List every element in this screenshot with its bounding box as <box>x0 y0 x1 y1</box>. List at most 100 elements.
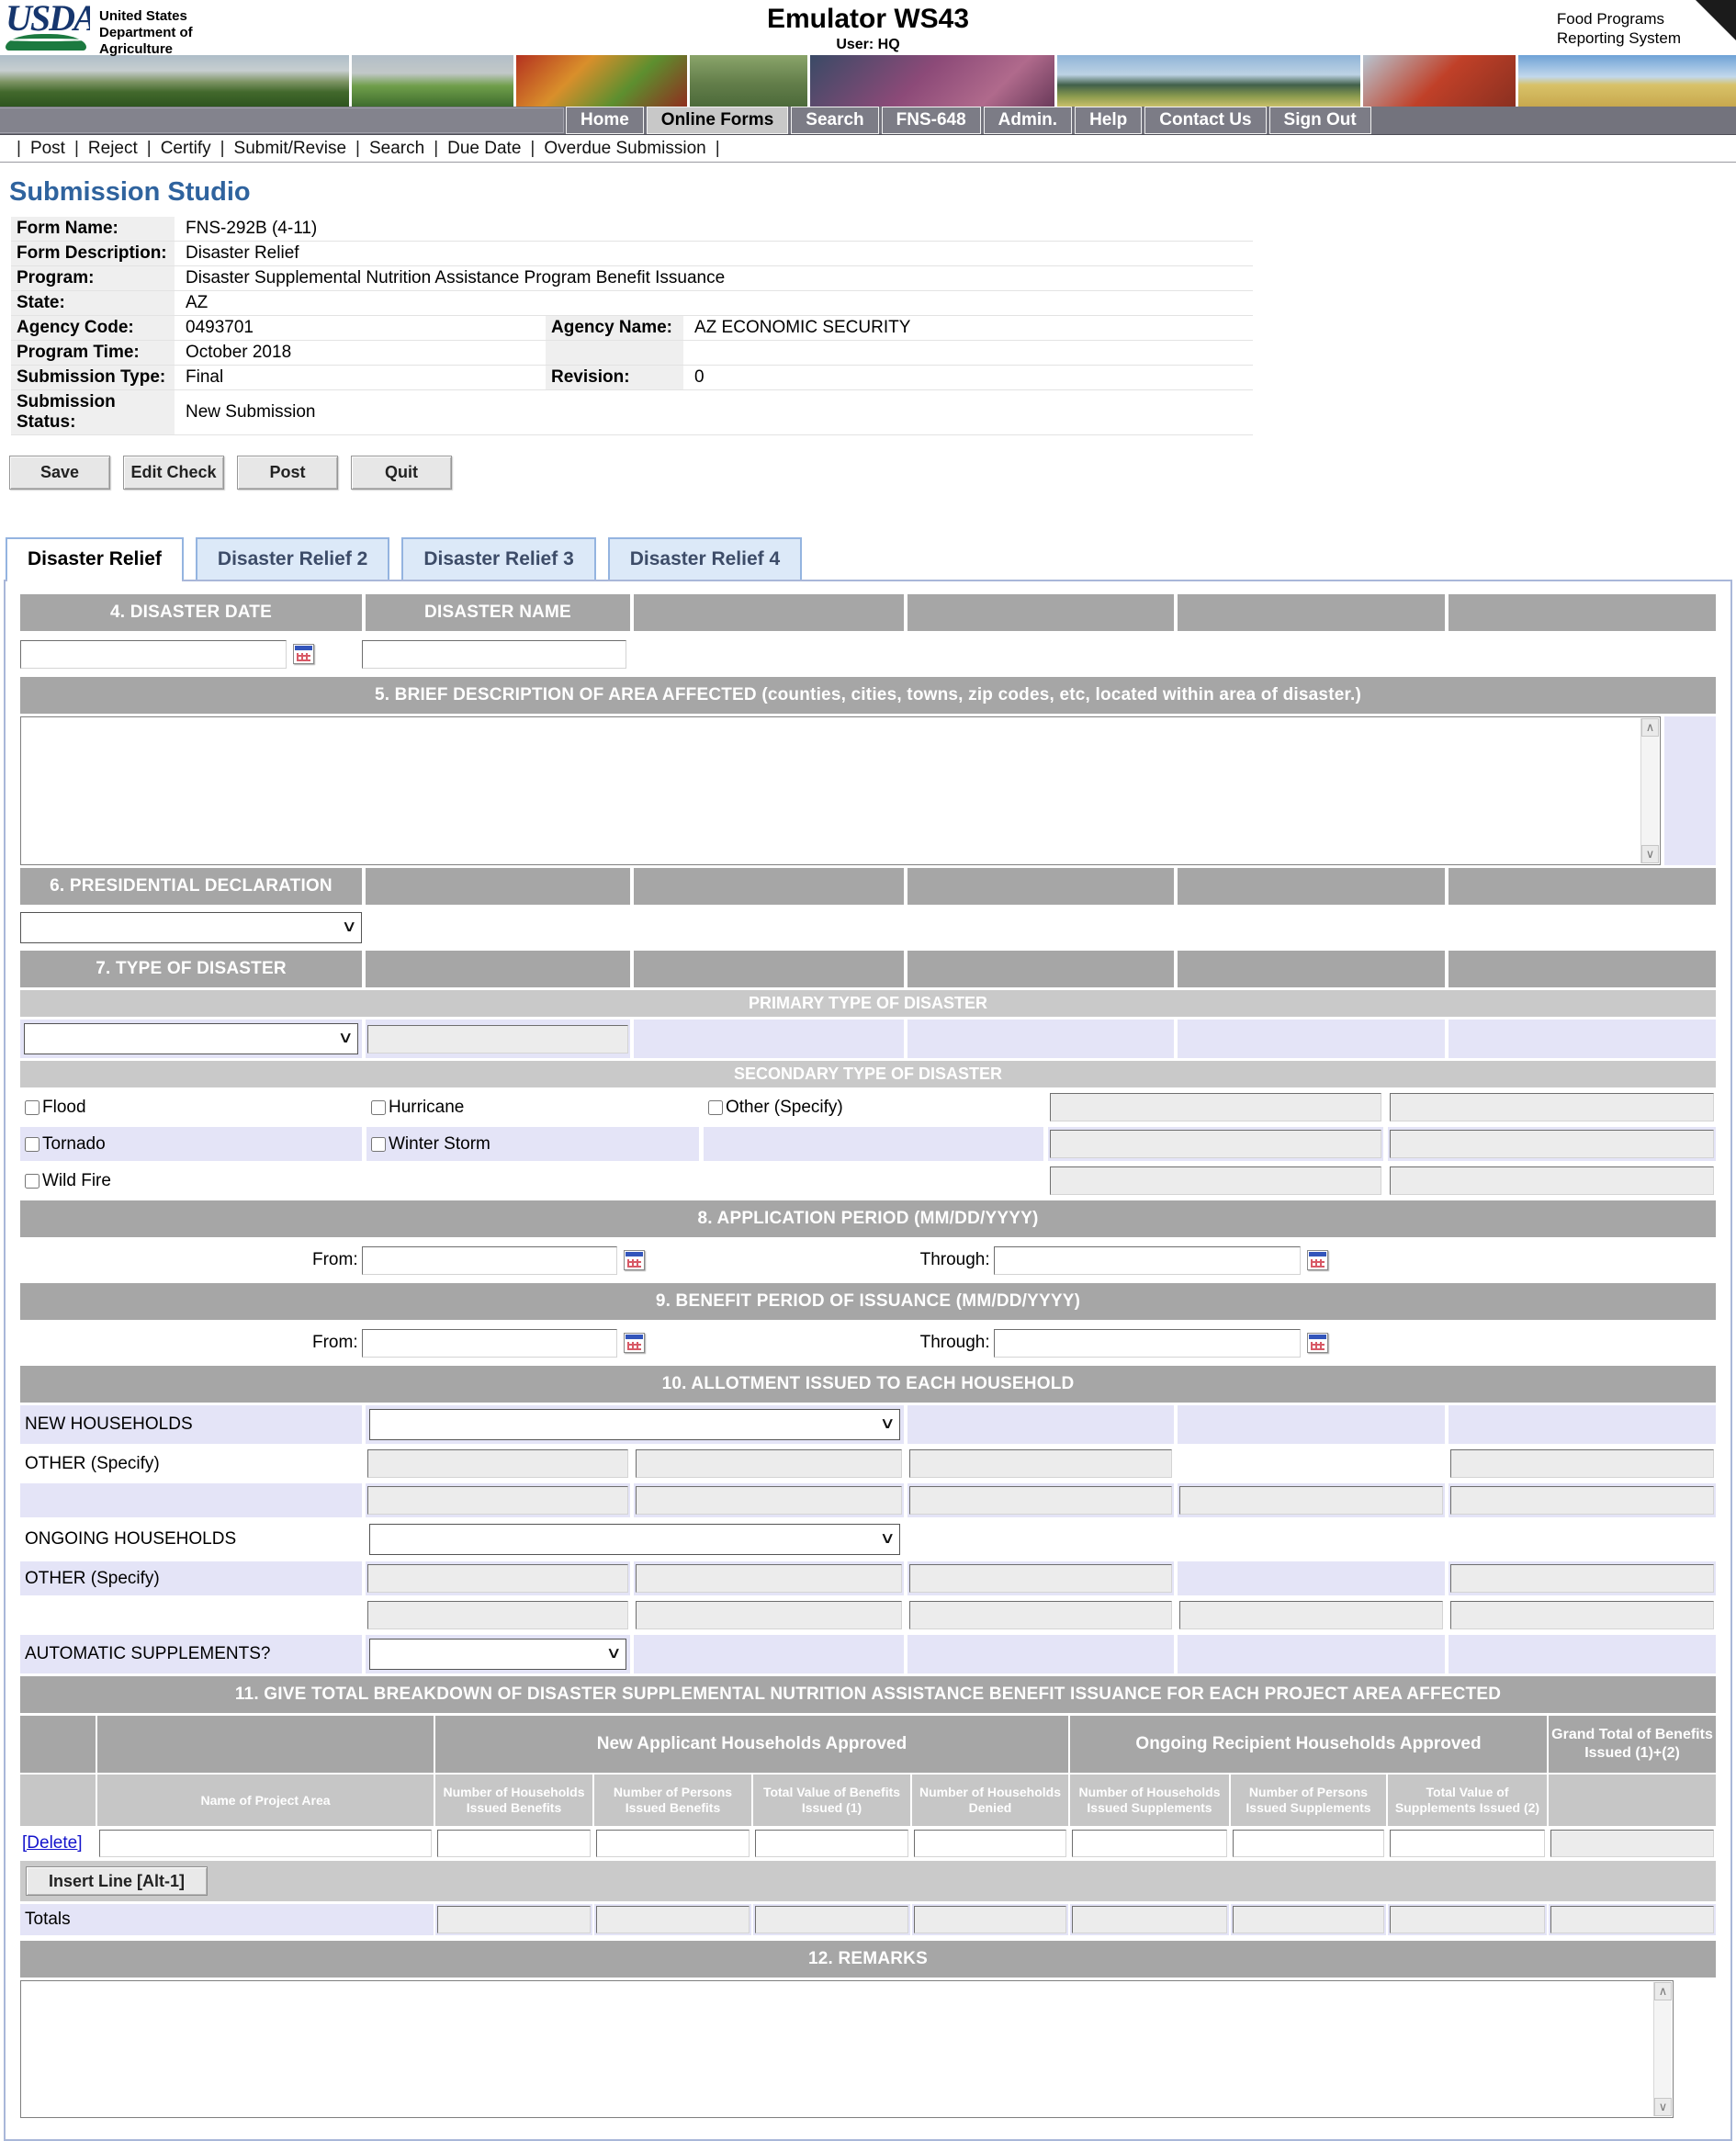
hurricane-checkbox[interactable] <box>371 1100 386 1115</box>
tab-disaster-relief-4[interactable]: Disaster Relief 4 <box>608 537 802 580</box>
households-denied-input[interactable] <box>914 1830 1066 1857</box>
tab-disaster-relief-2[interactable]: Disaster Relief 2 <box>196 537 389 580</box>
benefit-from-input[interactable] <box>362 1329 617 1358</box>
persons-issued-benefits-input[interactable] <box>596 1830 750 1857</box>
subnav-submit-revise[interactable]: Submit/Revise <box>234 139 347 159</box>
other-input-cell <box>634 1598 904 1632</box>
primary-type-select[interactable]: ∨ <box>24 1023 358 1054</box>
winter-storm-checkbox[interactable] <box>371 1137 386 1152</box>
presidential-declaration-select[interactable]: ∨ <box>20 912 362 943</box>
empty-header-cell <box>907 951 1174 987</box>
nav-contact-us[interactable]: Contact Us <box>1144 107 1266 134</box>
total-value-supplements-input[interactable] <box>1390 1830 1545 1857</box>
delete-row-link[interactable]: [Delete] <box>22 1833 82 1854</box>
action-buttons: Save Edit Check Post Quit <box>9 456 1736 490</box>
empty-header-cell <box>1449 868 1716 905</box>
new-households-select[interactable]: ∨ <box>369 1409 900 1440</box>
save-button[interactable]: Save <box>9 456 110 490</box>
scroll-down-icon[interactable]: ∨ <box>1641 845 1659 863</box>
detail-row-program: Program: Disaster Supplemental Nutrition… <box>11 266 1253 291</box>
calendar-icon[interactable] <box>1307 1333 1328 1353</box>
other-input-cell <box>907 1447 1174 1481</box>
scroll-up-icon[interactable]: ∧ <box>1654 1982 1672 2000</box>
other-input-cell <box>907 1598 1174 1632</box>
subnav-post[interactable]: Post <box>30 139 65 159</box>
winter-storm-label: Winter Storm <box>389 1134 490 1155</box>
nav-search[interactable]: Search <box>791 107 878 134</box>
persons-issued-supplements-input[interactable] <box>1233 1830 1384 1857</box>
subnav-separator: | <box>147 139 152 159</box>
tab-disaster-relief[interactable]: Disaster Relief <box>6 537 184 580</box>
nav-home[interactable]: Home <box>566 107 644 134</box>
other-input-cell <box>634 1483 904 1517</box>
nav-left-filler <box>0 107 564 133</box>
col-persons-issued-benefits: Number of Persons Issued Benefits <box>594 1775 751 1826</box>
other-input-cell <box>366 1483 630 1517</box>
new-other-input-1 <box>367 1449 628 1478</box>
area-affected-textarea[interactable]: ∧ ∨ <box>20 716 1661 865</box>
subnav-overdue-submission[interactable]: Overdue Submission <box>544 139 705 159</box>
insert-line-button[interactable]: Insert Line [Alt-1] <box>26 1866 208 1896</box>
disaster-name-input[interactable] <box>362 640 626 669</box>
scroll-up-icon[interactable]: ∧ <box>1641 718 1659 737</box>
other-specify-label-1: OTHER (Specify) <box>20 1447 362 1481</box>
revision-label: Revision: <box>546 366 683 389</box>
wild-fire-checkbox[interactable] <box>25 1174 39 1189</box>
empty-column-header <box>1549 1775 1716 1826</box>
tab-disaster-relief-3[interactable]: Disaster Relief 3 <box>401 537 595 580</box>
wild-fire-option: Wild Fire <box>20 1164 362 1198</box>
secondary-other-input-1 <box>1050 1093 1381 1121</box>
application-from-input[interactable] <box>362 1246 617 1275</box>
empty-column-header <box>20 1775 96 1826</box>
nav-admin[interactable]: Admin. <box>984 107 1072 134</box>
subnav-search[interactable]: Search <box>369 139 424 159</box>
calendar-icon[interactable] <box>293 644 314 664</box>
chevron-down-icon: ∨ <box>879 1529 895 1548</box>
new-other-input-4 <box>1450 1449 1714 1478</box>
calendar-icon[interactable] <box>1307 1250 1328 1270</box>
totals-label: Totals <box>20 1904 434 1935</box>
edit-check-button[interactable]: Edit Check <box>123 456 224 490</box>
other-specify-checkbox[interactable] <box>708 1100 723 1115</box>
textarea-scrollbar: ∧ ∨ <box>1653 1982 1672 2116</box>
other-input-cell <box>366 1447 630 1481</box>
ongoing-other-input-9 <box>1450 1601 1714 1629</box>
disaster-date-input[interactable] <box>20 640 287 669</box>
quit-button[interactable]: Quit <box>351 456 452 490</box>
section11-header: 11. GIVE TOTAL BREAKDOWN OF DISASTER SUP… <box>20 1676 1716 1713</box>
calendar-icon[interactable] <box>624 1333 645 1353</box>
households-issued-supplements-input[interactable] <box>1072 1830 1227 1857</box>
empty-header-cell <box>1449 594 1716 631</box>
scroll-down-icon[interactable]: ∨ <box>1654 2098 1672 2116</box>
post-button[interactable]: Post <box>237 456 338 490</box>
disaster-name-header: DISASTER NAME <box>366 594 630 631</box>
section5-header: 5. BRIEF DESCRIPTION OF AREA AFFECTED (c… <box>20 677 1716 714</box>
automatic-supplements-select[interactable]: ∨ <box>369 1639 626 1670</box>
subnav-reject[interactable]: Reject <box>88 139 138 159</box>
flood-checkbox[interactable] <box>25 1100 39 1115</box>
col-households-issued-benefits: Number of Households Issued Benefits <box>435 1775 592 1826</box>
calendar-icon[interactable] <box>624 1250 645 1270</box>
nav-fns-648[interactable]: FNS-648 <box>882 107 981 134</box>
ongoing-other-input-1 <box>367 1564 628 1593</box>
primary-other-cell <box>366 1020 630 1058</box>
application-through-input[interactable] <box>994 1246 1301 1275</box>
nav-sign-out[interactable]: Sign Out <box>1269 107 1371 134</box>
nav-help[interactable]: Help <box>1075 107 1142 134</box>
ongoing-households-select[interactable]: ∨ <box>369 1524 900 1555</box>
nav-online-forms[interactable]: Online Forms <box>647 107 788 134</box>
project-area-name-input[interactable] <box>99 1830 432 1857</box>
submission-status-value: New Submission <box>175 390 1253 434</box>
benefit-through-input[interactable] <box>994 1329 1301 1358</box>
tornado-checkbox[interactable] <box>25 1137 39 1152</box>
remarks-textarea[interactable]: ∧ ∨ <box>20 1980 1674 2118</box>
detail-row-form-description: Form Description: Disaster Relief <box>11 242 1253 266</box>
benefit-period-row: From: Through: <box>20 1323 1716 1363</box>
households-issued-benefits-input[interactable] <box>437 1830 591 1857</box>
subnav-certify[interactable]: Certify <box>161 139 211 159</box>
subnav-due-date[interactable]: Due Date <box>447 139 521 159</box>
empty-header-cell <box>907 868 1174 905</box>
empty-header-cell <box>366 951 630 987</box>
total-value-benefits-input[interactable] <box>755 1830 908 1857</box>
table-group-header-row: New Applicant Households Approved Ongoin… <box>20 1716 1716 1773</box>
